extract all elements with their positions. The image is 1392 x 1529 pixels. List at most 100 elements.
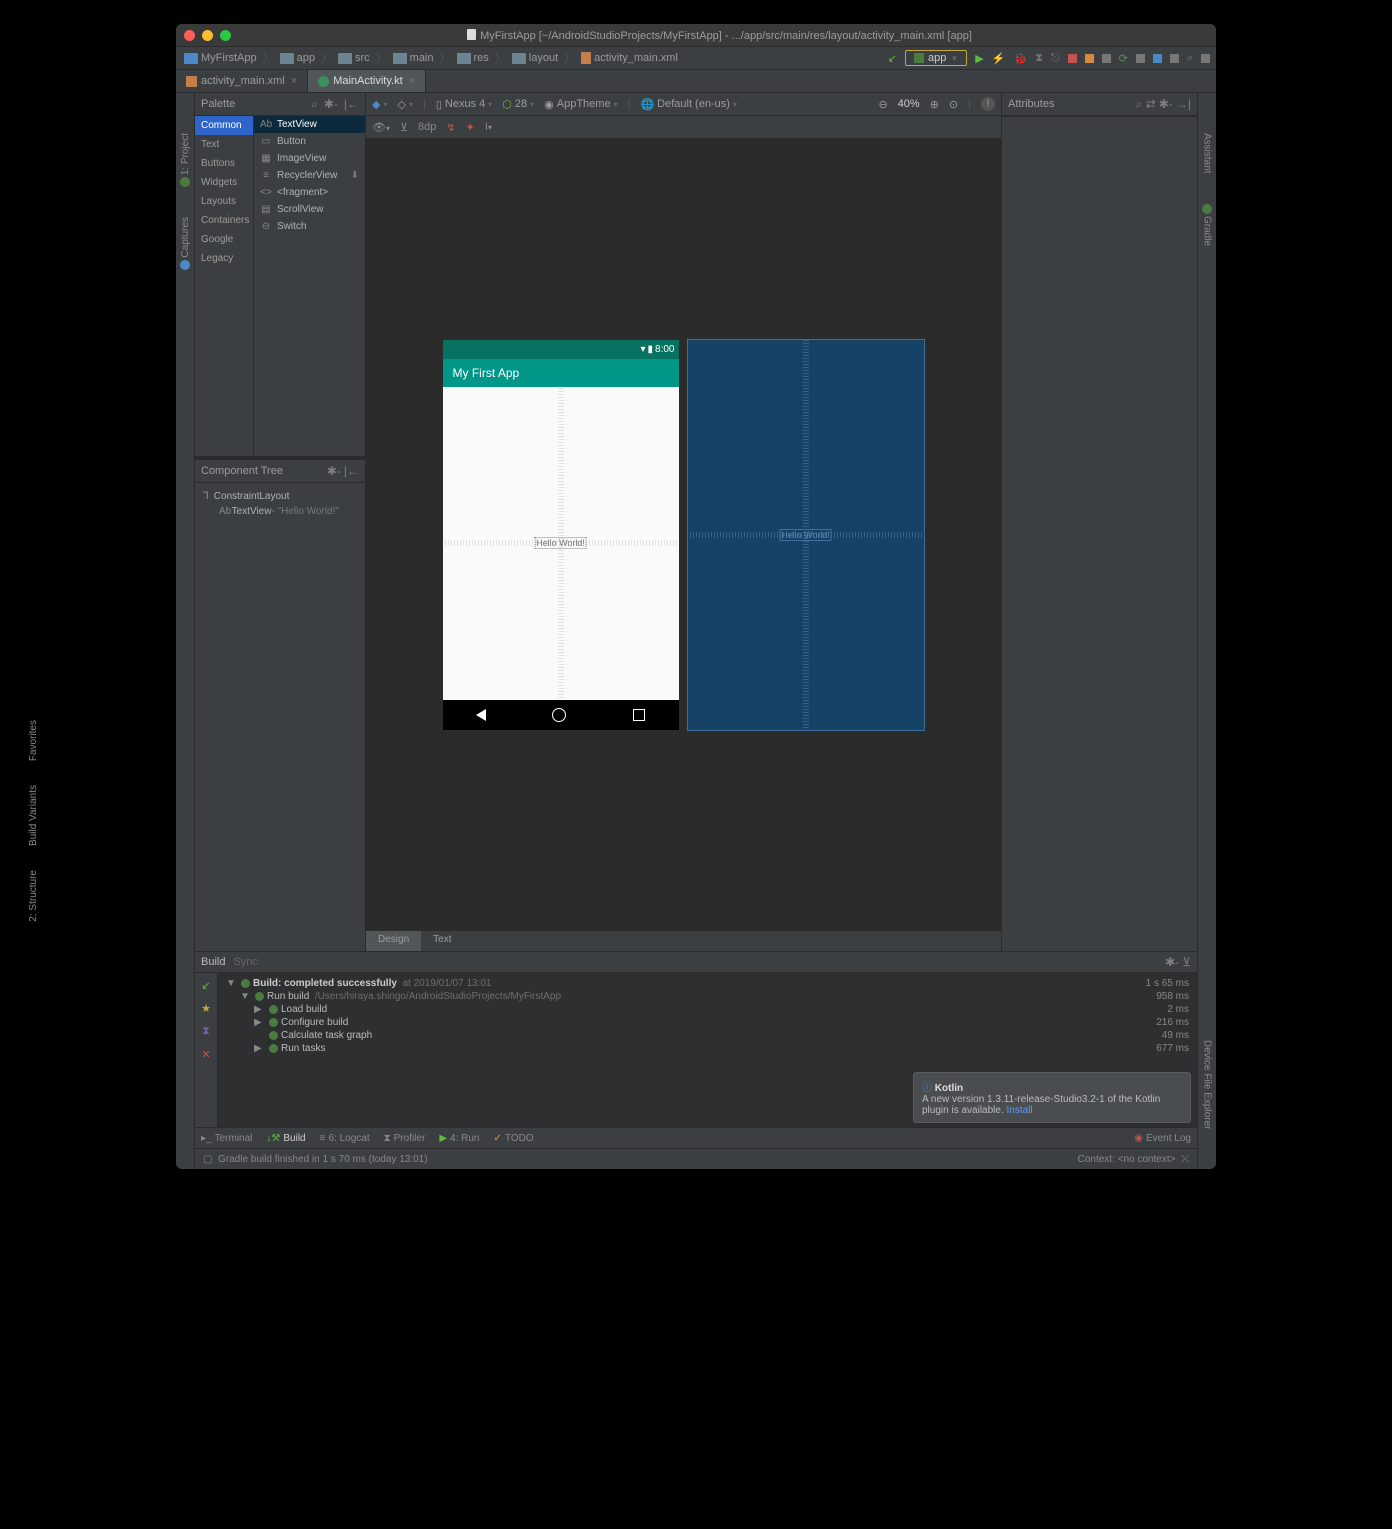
palette-category[interactable]: Buttons xyxy=(195,154,253,173)
margin-dropdown[interactable]: 8dp xyxy=(418,121,436,133)
profiler-tool-tab[interactable]: ⧗Profiler xyxy=(384,1133,426,1144)
install-link[interactable]: Install xyxy=(1007,1105,1033,1116)
project-tool-tab[interactable]: 1: Project xyxy=(180,133,191,175)
palette-category[interactable]: Text xyxy=(195,135,253,154)
lock-icon[interactable]: ⤫ xyxy=(1181,1154,1189,1165)
restart-icon[interactable]: ↙ xyxy=(201,979,210,992)
blueprint-textview[interactable]: Hello World! xyxy=(779,529,832,541)
attach-debugger-button[interactable]: ⎋ xyxy=(1051,52,1060,65)
search-icon[interactable]: ⌕ xyxy=(1187,52,1193,65)
close-window-button[interactable] xyxy=(184,30,195,41)
close-tab-icon[interactable]: × xyxy=(409,75,415,87)
gradle-tool-tab[interactable]: Gradle xyxy=(1202,216,1213,246)
sdk-manager-button[interactable] xyxy=(1153,54,1162,63)
gear-icon[interactable]: ✱- xyxy=(1159,97,1173,111)
editor-tab[interactable]: MainActivity.kt× xyxy=(308,70,426,92)
zoom-in-button[interactable]: ⊕ xyxy=(930,98,939,111)
palette-item-switch[interactable]: ⊝Switch xyxy=(254,218,365,235)
eye-icon[interactable]: 👁▾ xyxy=(372,121,390,134)
breadcrumb-item[interactable]: src xyxy=(336,51,372,65)
zoom-fit-button[interactable]: ⊙ xyxy=(949,98,958,111)
toolbar-button[interactable] xyxy=(1102,54,1111,63)
palette-item-fragment[interactable]: <><fragment> xyxy=(254,184,365,201)
align-dropdown[interactable]: I▾ xyxy=(485,121,492,133)
orientation-button[interactable]: ◇▾ xyxy=(397,98,412,111)
clear-constraints-icon[interactable]: ↯ xyxy=(446,121,455,134)
close-tab-icon[interactable]: × xyxy=(291,75,297,87)
preview-textview[interactable]: Hello World! xyxy=(534,537,587,549)
logcat-tool-tab[interactable]: ≡6: Logcat xyxy=(320,1133,370,1144)
collapse-icon[interactable]: |← xyxy=(344,97,359,111)
terminal-tool-tab[interactable]: ▸_Terminal xyxy=(201,1133,252,1144)
build-variants-tab[interactable]: Build Variants xyxy=(28,785,39,846)
gear-icon[interactable]: ✱- xyxy=(324,97,338,111)
palette-category[interactable]: Containers xyxy=(195,211,253,230)
palette-category[interactable]: Legacy xyxy=(195,249,253,268)
gear-icon[interactable]: ✱- xyxy=(327,464,341,478)
collapse-icon[interactable]: →| xyxy=(1176,97,1191,111)
palette-category[interactable]: Widgets xyxy=(195,173,253,192)
make-project-icon[interactable]: ↙ xyxy=(888,52,897,65)
api-dropdown[interactable]: ⬡ 28 ▾ xyxy=(502,98,534,111)
run-button[interactable]: ▶ xyxy=(975,52,983,65)
search-icon[interactable]: ⌕ xyxy=(1136,97,1143,111)
event-log-tab[interactable]: ◉Event Log xyxy=(1134,1133,1191,1144)
palette-category[interactable]: Google xyxy=(195,230,253,249)
filter-icon[interactable]: ⧗ xyxy=(202,1025,210,1038)
zoom-out-button[interactable]: ⊖ xyxy=(878,98,887,111)
download-icon[interactable]: ⬇ xyxy=(351,170,359,181)
toolbar-button[interactable] xyxy=(1170,54,1179,63)
gear-icon[interactable]: ✱- xyxy=(1165,955,1179,969)
run-tool-tab[interactable]: ▶4: Run xyxy=(439,1133,479,1144)
context-label[interactable]: Context: <no context> xyxy=(1078,1154,1176,1165)
build-output[interactable]: ▼Build: completed successfully at 2019/0… xyxy=(218,973,1197,1127)
debug-button[interactable]: 🐞 xyxy=(1013,52,1027,65)
palette-category[interactable]: Common xyxy=(195,116,253,135)
breadcrumb-item[interactable]: layout xyxy=(510,51,560,65)
sync-button[interactable]: ⟳ xyxy=(1119,52,1128,65)
device-preview[interactable]: ▾▮8:00 My First App Hello World! xyxy=(443,340,679,730)
palette-item-recyclerview[interactable]: ≡RecyclerView⬇ xyxy=(254,167,365,184)
zoom-level[interactable]: 40% xyxy=(898,98,920,110)
notification-kotlin[interactable]: ⓘ Kotlin A new version 1.3.11-release-St… xyxy=(913,1072,1191,1123)
captures-tool-tab[interactable]: Captures xyxy=(180,217,191,258)
run-config-dropdown[interactable]: app▼ xyxy=(905,50,967,66)
maximize-window-button[interactable] xyxy=(220,30,231,41)
todo-tool-tab[interactable]: ✓TODO xyxy=(494,1133,534,1144)
toolbar-button[interactable] xyxy=(1201,54,1210,63)
breadcrumb-item[interactable]: app xyxy=(278,51,317,65)
breadcrumb-item[interactable]: MyFirstApp xyxy=(182,51,259,65)
palette-item-scrollview[interactable]: ▤ScrollView xyxy=(254,201,365,218)
breadcrumb-item[interactable]: main xyxy=(391,51,436,65)
collapse-icon[interactable]: |← xyxy=(344,464,359,478)
build-tab[interactable]: Build xyxy=(201,956,225,968)
structure-tool-tab[interactable]: 2: Structure xyxy=(28,870,39,922)
close-icon[interactable]: ✕ xyxy=(201,1048,210,1061)
profiler-button[interactable]: ⧗ xyxy=(1035,52,1043,65)
device-explorer-tab[interactable]: Device File Explorer xyxy=(1202,1040,1213,1129)
palette-item-button[interactable]: ▭Button xyxy=(254,133,365,150)
stop-button[interactable] xyxy=(1068,54,1077,63)
palette-item-textview[interactable]: AbTextView xyxy=(254,116,365,133)
theme-dropdown[interactable]: ◉ AppTheme ▾ xyxy=(544,98,617,111)
palette-item-imageview[interactable]: ▦ImageView xyxy=(254,150,365,167)
locale-dropdown[interactable]: 🌐 Default (en-us) ▾ xyxy=(640,98,736,111)
sync-tab[interactable]: Sync xyxy=(233,956,257,968)
design-tab[interactable]: Design xyxy=(366,931,421,951)
favorites-tool-tab[interactable]: Favorites xyxy=(28,720,39,761)
surface-mode-button[interactable]: ◆▾ xyxy=(372,98,387,111)
swap-icon[interactable]: ⇄ xyxy=(1146,97,1156,111)
warning-icon[interactable]: ! xyxy=(981,97,995,111)
star-icon[interactable]: ★ xyxy=(201,1002,211,1015)
tree-node-textview[interactable]: Ab TextView- "Hello World!" xyxy=(201,504,359,519)
minimize-window-button[interactable] xyxy=(202,30,213,41)
collapse-icon[interactable]: ⊻ xyxy=(1182,955,1191,969)
magnet-icon[interactable]: ⊻ xyxy=(400,121,408,134)
tree-node-constraintlayout[interactable]: ⅂ ConstraintLayout xyxy=(201,489,359,504)
text-tab[interactable]: Text xyxy=(421,931,463,951)
infer-constraints-icon[interactable]: ✦ xyxy=(466,121,475,134)
breadcrumb-item[interactable]: activity_main.xml xyxy=(579,51,680,65)
toolbar-button[interactable] xyxy=(1085,54,1094,63)
blueprint-preview[interactable]: Hello World! xyxy=(687,339,925,731)
palette-category[interactable]: Layouts xyxy=(195,192,253,211)
